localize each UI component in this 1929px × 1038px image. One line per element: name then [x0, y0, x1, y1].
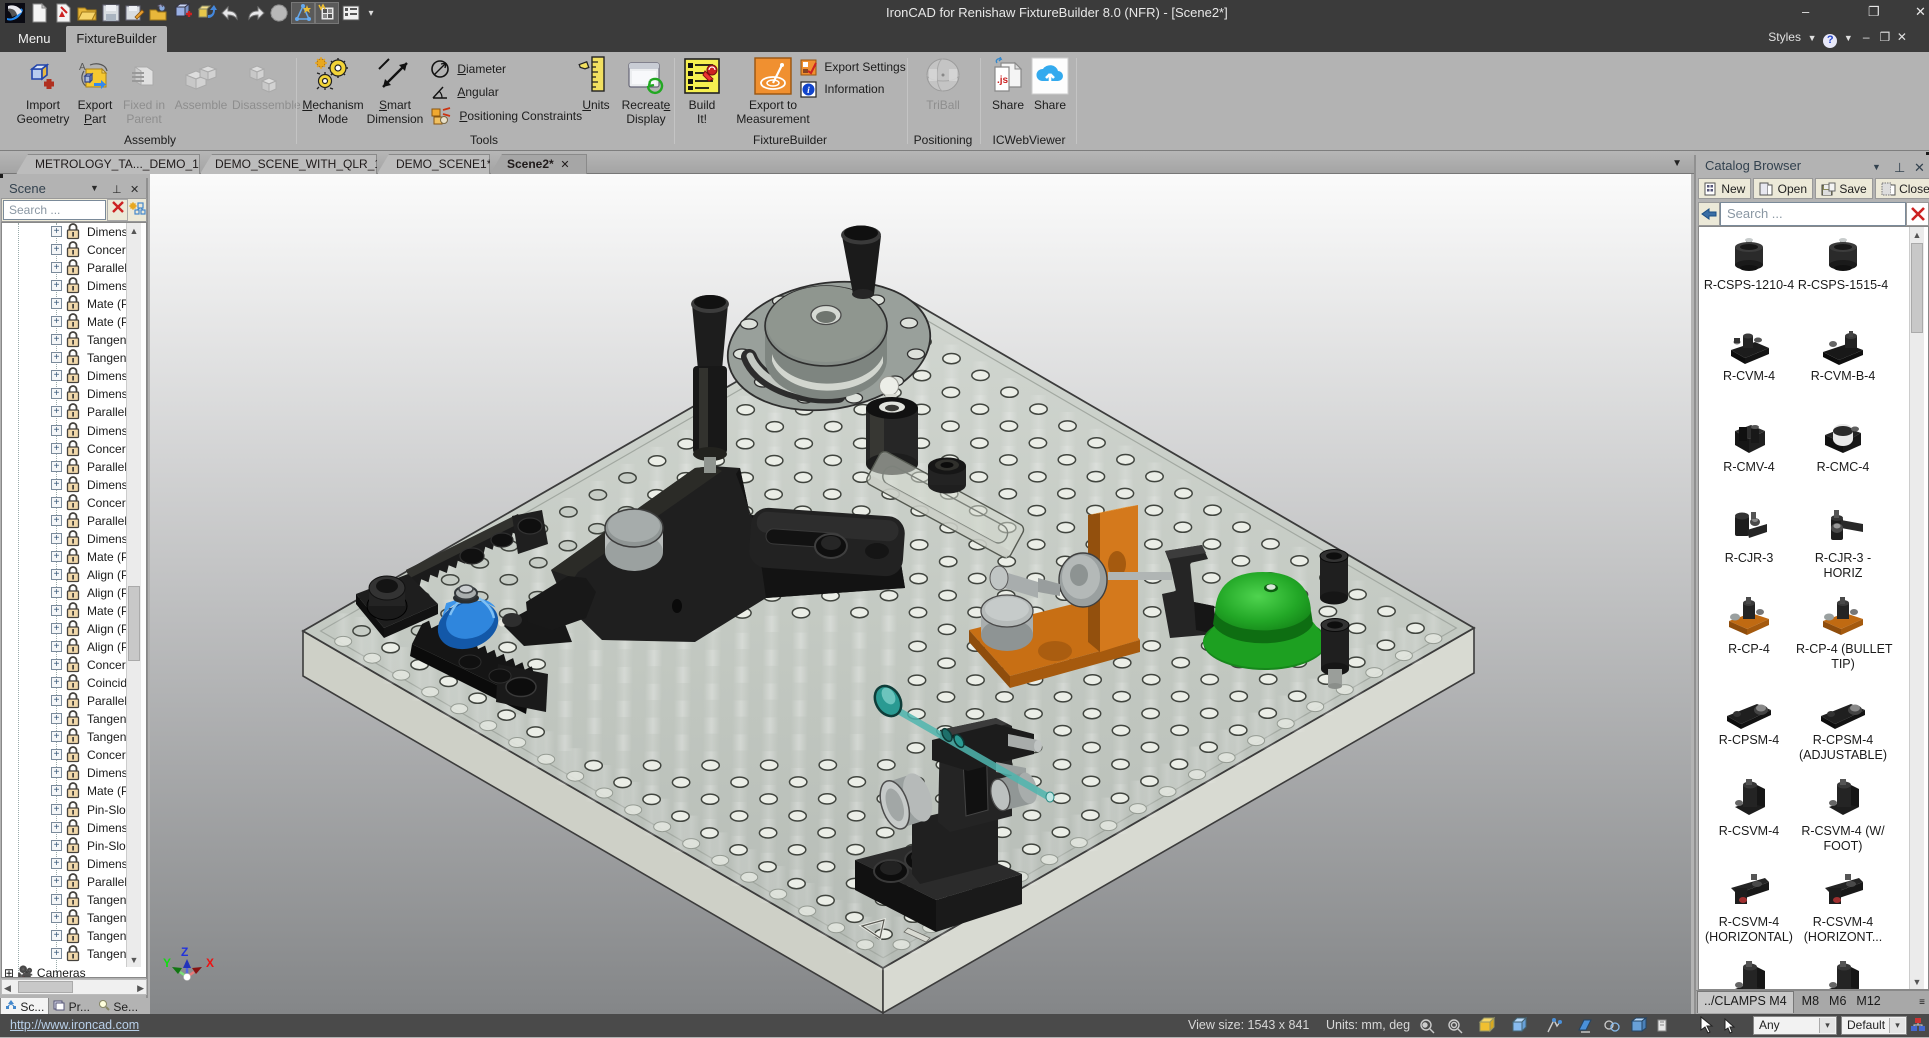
svg-text:A: A — [79, 62, 86, 73]
svg-text:X: X — [206, 956, 214, 970]
svg-text:.js: .js — [997, 75, 1009, 86]
svg-text:i: i — [807, 86, 810, 96]
svg-text:Z: Z — [181, 945, 188, 959]
svg-text:Y: Y — [163, 956, 171, 970]
